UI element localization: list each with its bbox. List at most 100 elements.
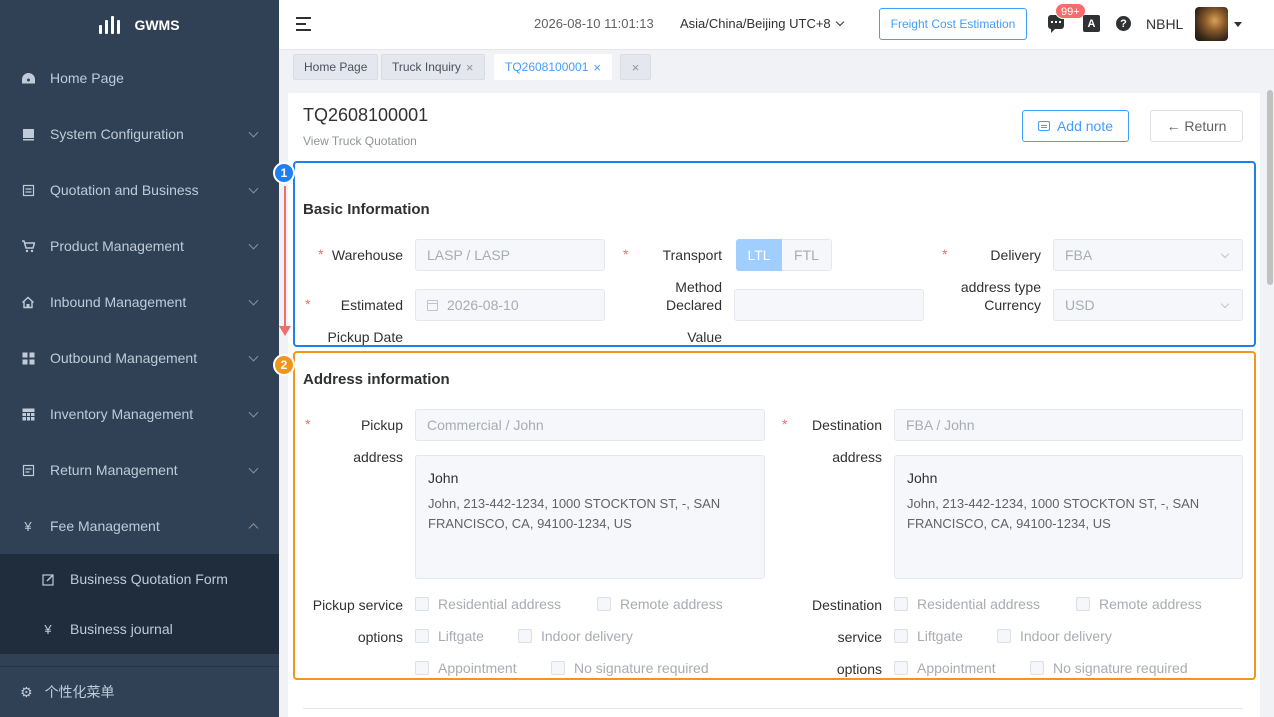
destination-service-options-label: Destination — [811, 597, 882, 613]
sidebar-item-label: Inventory Management — [50, 406, 194, 422]
help-icon[interactable]: ? — [1116, 16, 1131, 31]
checkbox[interactable] — [415, 597, 429, 611]
hamburger-icon[interactable] — [296, 17, 311, 31]
chevron-down-icon — [248, 463, 259, 474]
transport-option-ftl[interactable]: FTL — [782, 239, 832, 271]
checkbox[interactable] — [894, 597, 908, 611]
sidebar-item-product-management[interactable]: Product Management — [0, 218, 279, 274]
language-icon[interactable]: A — [1083, 15, 1100, 32]
checkbox[interactable] — [415, 661, 429, 675]
close-all-tabs-button[interactable]: × — [620, 54, 651, 80]
pickup-option-liftgate[interactable]: Liftgate — [415, 628, 484, 644]
scrollbar-thumb[interactable] — [1267, 90, 1273, 285]
checkbox[interactable] — [551, 661, 565, 675]
estimated-pickup-date-field[interactable]: 2026-08-10 — [415, 289, 605, 321]
checkbox[interactable] — [894, 629, 908, 643]
currency-select[interactable]: USD — [1053, 289, 1243, 321]
checkbox-label: Remote address — [620, 596, 723, 612]
transport-label: Transport — [662, 247, 722, 263]
declared-value-field[interactable] — [734, 289, 924, 321]
sidebar-item-system-configuration[interactable]: System Configuration — [0, 106, 279, 162]
destination-option-remote[interactable]: Remote address — [1076, 596, 1202, 612]
edit-icon — [40, 571, 56, 587]
caret-down-icon[interactable] — [1234, 22, 1242, 27]
currency-label: Currency — [984, 297, 1041, 313]
destination-address-field[interactable]: FBA / John — [894, 409, 1243, 441]
chevron-down-icon — [248, 351, 259, 362]
sidebar-item-inbound-management[interactable]: Inbound Management — [0, 274, 279, 330]
sidebar-item-custom-menu[interactable]: ⚙ 个性化菜单 — [0, 666, 279, 717]
close-icon[interactable]: × — [593, 60, 601, 75]
destination-option-liftgate[interactable]: Liftgate — [894, 628, 963, 644]
checkbox-label: Remote address — [1099, 596, 1202, 612]
tab-tq2608100001[interactable]: TQ2608100001 × — [494, 54, 612, 80]
checkbox[interactable] — [518, 629, 532, 643]
sidebar-item-outbound-management[interactable]: Outbound Management — [0, 330, 279, 386]
username[interactable]: NBHL — [1146, 16, 1183, 32]
checkbox[interactable] — [415, 629, 429, 643]
sidebar-item-fee-management[interactable]: ¥ Fee Management — [0, 498, 279, 554]
annotation-arrow-head — [279, 326, 291, 336]
return-button[interactable]: ← Return — [1150, 110, 1243, 142]
avatar[interactable] — [1195, 7, 1228, 41]
pickup-option-indoor-delivery[interactable]: Indoor delivery — [518, 628, 633, 644]
sidebar-item-inventory-management[interactable]: Inventory Management — [0, 386, 279, 442]
sidebar-item-label: Quotation and Business — [50, 182, 199, 198]
tab-label: Truck Inquiry — [392, 60, 461, 74]
gear-icon: ⚙ — [20, 683, 33, 700]
warehouse-field[interactable]: LASP / LASP — [415, 239, 605, 271]
sidebar-item-return-management[interactable]: Return Management — [0, 442, 279, 498]
declared-value-label-continued: Declared — [665, 297, 722, 313]
checkbox-label: Liftgate — [438, 628, 484, 644]
chevron-down-icon — [248, 183, 259, 194]
config-icon — [20, 126, 36, 142]
transport-option-ltl[interactable]: LTL — [736, 239, 782, 271]
pickup-address-label-continued: address — [353, 449, 403, 465]
close-icon[interactable]: × — [466, 60, 474, 75]
destination-address-detail: John John, 213-442-1234, 1000 STOCKTON S… — [894, 455, 1243, 579]
sidebar-item-label: Outbound Management — [50, 350, 198, 366]
checkbox[interactable] — [597, 597, 611, 611]
checkbox[interactable] — [997, 629, 1011, 643]
freight-cost-estimation-button[interactable]: Freight Cost Estimation — [879, 8, 1027, 40]
pickup-address-value: Commercial / John — [427, 417, 544, 433]
add-note-button[interactable]: Add note — [1022, 110, 1129, 142]
return-icon — [20, 462, 36, 478]
chevron-down-icon — [248, 127, 259, 138]
pickup-option-remote[interactable]: Remote address — [597, 596, 723, 612]
sidebar-item-business-journal[interactable]: ¥ Business journal — [0, 604, 279, 654]
pickup-option-appointment[interactable]: Appointment — [415, 660, 517, 676]
page-subtitle: View Truck Quotation — [303, 134, 417, 148]
cart-icon — [20, 238, 36, 254]
sidebar-item-home[interactable]: Home Page — [0, 50, 279, 106]
chevron-down-icon — [248, 407, 259, 418]
chevron-down-icon — [1220, 299, 1230, 309]
pickup-address-label: Pickup — [360, 417, 403, 433]
timezone-selector[interactable]: Asia/China/Beijing UTC+8 — [680, 16, 844, 31]
tab-home-page[interactable]: Home Page — [293, 54, 379, 80]
pickup-option-residential[interactable]: Residential address — [415, 596, 561, 612]
destination-option-indoor-delivery[interactable]: Indoor delivery — [997, 628, 1112, 644]
sidebar-item-label: Home Page — [50, 70, 124, 86]
home-icon — [20, 294, 36, 310]
delivery-address-type-select[interactable]: FBA — [1053, 239, 1243, 271]
checkbox-label: No signature required — [1053, 660, 1188, 676]
destination-address-label-continued: address — [832, 449, 882, 465]
checkbox[interactable] — [1076, 597, 1090, 611]
pickup-address-field[interactable]: Commercial / John — [415, 409, 765, 441]
sidebar-item-business-quotation-form[interactable]: Business Quotation Form — [0, 554, 279, 604]
pickup-option-no-signature[interactable]: No signature required — [551, 660, 709, 676]
sidebar-item-quotation-business[interactable]: Quotation and Business — [0, 162, 279, 218]
destination-option-no-signature[interactable]: No signature required — [1030, 660, 1188, 676]
calendar-icon — [427, 299, 438, 311]
destination-address-line: John, 213-442-1234, 1000 STOCKTON ST, -,… — [907, 496, 1200, 511]
tab-truck-inquiry[interactable]: Truck Inquiry × — [381, 54, 485, 80]
destination-option-residential[interactable]: Residential address — [894, 596, 1040, 612]
current-datetime: 2026-08-10 11:01:13 — [534, 16, 654, 31]
sidebar-item-label: Business journal — [70, 621, 173, 637]
declared-value-label: Method — [675, 279, 722, 295]
checkbox[interactable] — [1030, 661, 1044, 675]
checkbox[interactable] — [894, 661, 908, 675]
logo[interactable]: GWMS — [0, 0, 279, 50]
destination-option-appointment[interactable]: Appointment — [894, 660, 996, 676]
